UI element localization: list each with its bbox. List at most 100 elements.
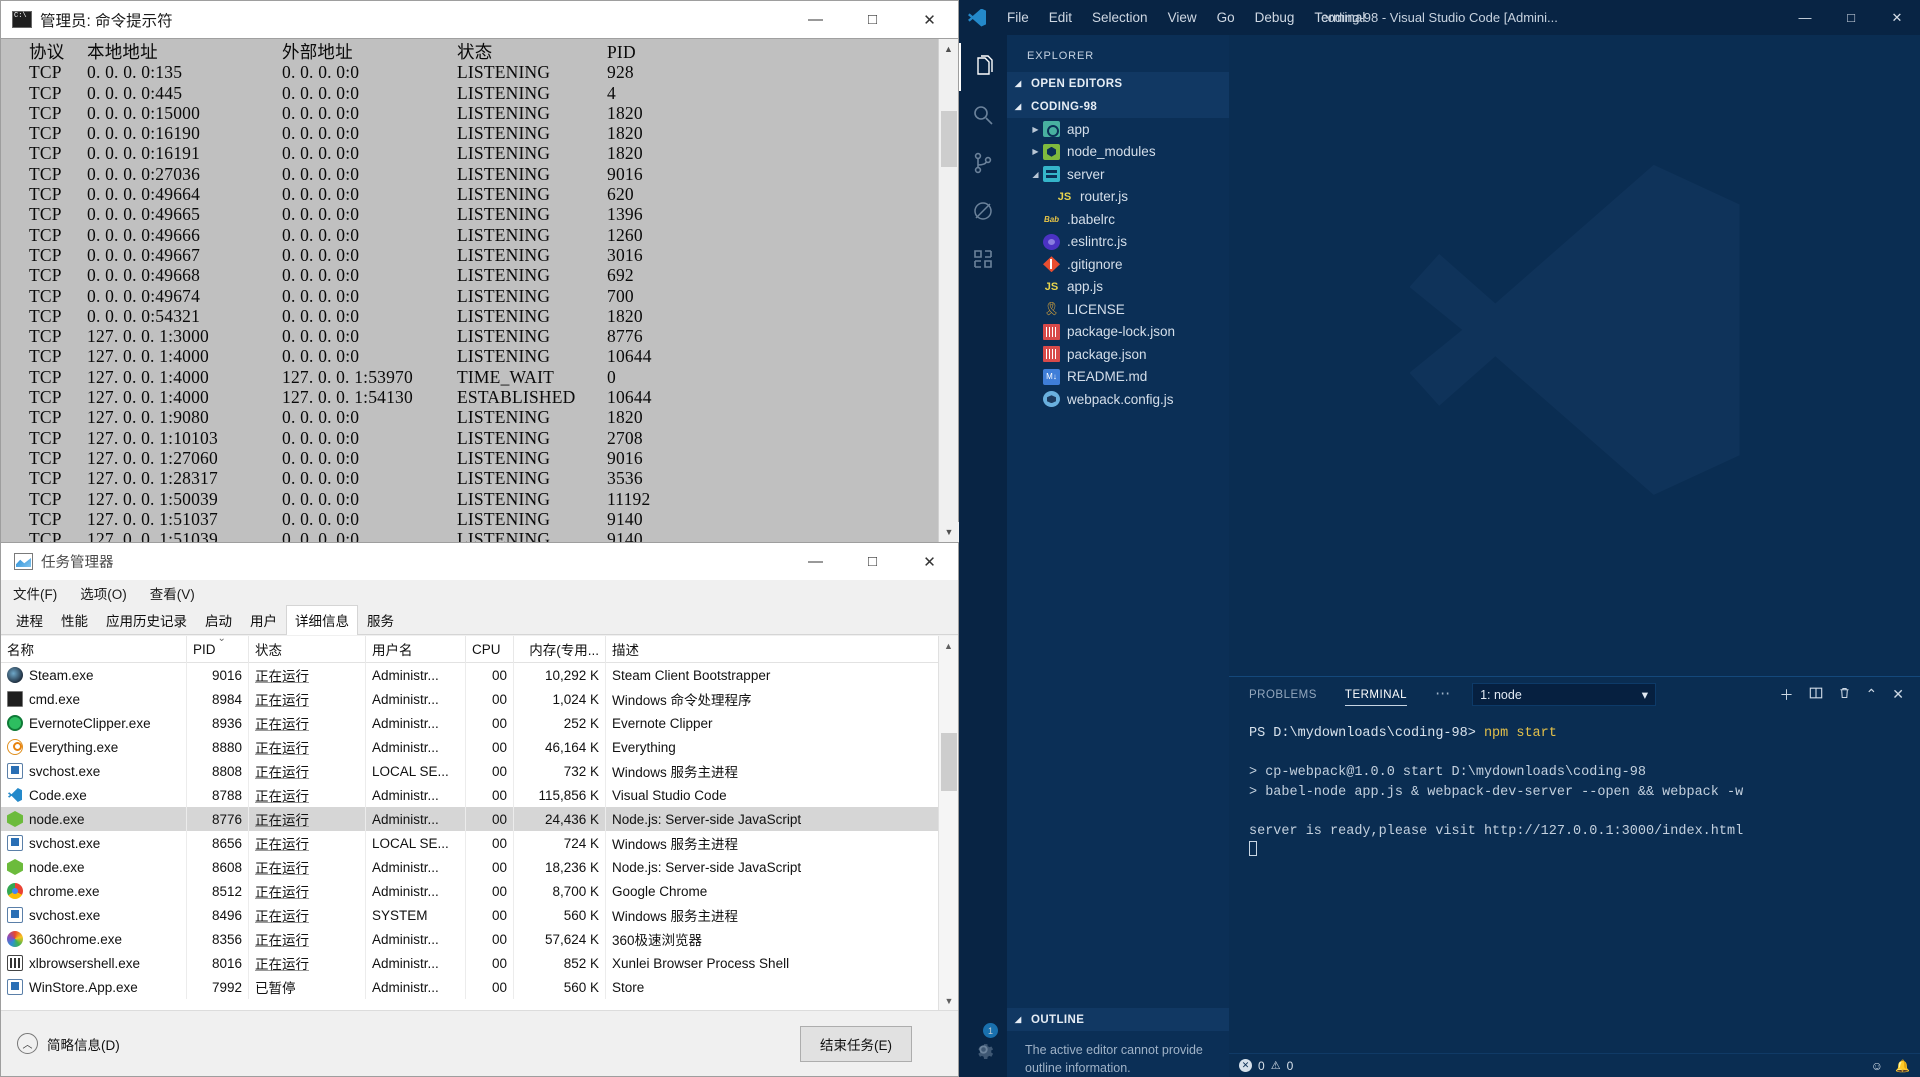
tree-item-package-lock.json[interactable]: package-lock.json	[1007, 321, 1229, 344]
add-terminal-icon[interactable]: ＋	[1780, 685, 1794, 705]
cmd-scroll-up-icon[interactable]: ▲	[939, 39, 958, 59]
cmd-close-button[interactable]: ✕	[901, 1, 958, 38]
tree-item-package.json[interactable]: package.json	[1007, 343, 1229, 366]
terminal-output[interactable]: PS D:\mydownloads\coding-98> npm start >…	[1229, 712, 1920, 1053]
tree-item-README.md[interactable]: M↓ README.md	[1007, 366, 1229, 389]
taskmgr-titlebar[interactable]: 任务管理器 — □ ✕	[1, 543, 958, 580]
cmd-scrollbar[interactable]: ▲ ▼	[938, 39, 959, 542]
netstat-row: TCP 0. 0. 0. 0:49664 0. 0. 0. 0:0 LISTENING…	[29, 184, 634, 205]
table-row[interactable]: svchost.exe 8808 正在运行 LOCAL SE... 00 732 K Win…	[1, 759, 938, 783]
column-header-6[interactable]: 描述	[606, 636, 938, 663]
feedback-smiley-icon[interactable]: ☺	[1871, 1059, 1883, 1073]
taskmgr-menu-2[interactable]: 查看(V)	[147, 581, 198, 605]
tab-详细信息[interactable]: 详细信息	[286, 605, 358, 635]
split-terminal-icon[interactable]	[1809, 686, 1823, 703]
taskmgr-close-button[interactable]: ✕	[901, 543, 958, 580]
vscode-window[interactable]: File Edit Selection View Go Debug Terminal cod…	[959, 0, 1920, 1077]
task-manager-window[interactable]: 任务管理器 — □ ✕ 文件(F) 选项(O) 查看(V) 进程 性能 应用历史记录 启动…	[0, 543, 959, 1077]
taskmgr-maximize-button[interactable]: □	[844, 543, 901, 580]
column-header-4[interactable]: CPU	[466, 636, 514, 663]
tree-item-router.js[interactable]: JS router.js	[1007, 186, 1229, 209]
table-row[interactable]: svchost.exe 8496 正在运行 SYSTEM 00 560 K Windows …	[1, 903, 938, 927]
panel-more-icon[interactable]: ⋯	[1435, 684, 1452, 706]
tree-item-app.js[interactable]: JS app.js	[1007, 276, 1229, 299]
tree-item-node_modules[interactable]: ▶ node_modules	[1007, 141, 1229, 164]
table-row[interactable]: EvernoteClipper.exe 8936 正在运行 Administr... 0…	[1, 711, 938, 735]
column-header-1[interactable]: PID ⌄	[187, 636, 249, 663]
command-prompt-window[interactable]: 管理员: 命令提示符 — □ ✕ 协议本地地址外部地址状态PIDTCP0. 0.…	[0, 0, 959, 543]
tab-用户[interactable]: 用户	[241, 605, 286, 635]
cmd-maximize-button[interactable]: □	[844, 1, 901, 38]
debug-icon[interactable]	[959, 187, 1007, 235]
close-panel-icon[interactable]: ✕	[1892, 686, 1904, 703]
tab-启动[interactable]: 启动	[196, 605, 241, 635]
tab-性能[interactable]: 性能	[52, 605, 97, 635]
tab-进程[interactable]: 进程	[7, 605, 52, 635]
cmd-scroll-down-icon[interactable]: ▼	[939, 522, 959, 542]
column-header-0[interactable]: 名称	[1, 636, 187, 663]
table-row[interactable]: xlbrowsershell.exe 8016 正在运行 Administr... 00…	[1, 951, 938, 975]
settings-gear-icon[interactable]: 1	[959, 1023, 1007, 1073]
cmd-titlebar[interactable]: 管理员: 命令提示符 — □ ✕	[1, 1, 958, 38]
kill-terminal-icon[interactable]	[1838, 686, 1851, 703]
tree-item-webpack.config.js[interactable]: webpack.config.js	[1007, 388, 1229, 411]
column-header-5[interactable]: 内存(专用...	[514, 636, 606, 663]
chevron-up-icon[interactable]: ⌃	[1866, 686, 1878, 703]
table-row[interactable]: Everything.exe 8880 正在运行 Administr... 00 46,1…	[1, 735, 938, 759]
table-row[interactable]: WinStore.App.exe 7992 已暂停 Administr... 00 560…	[1, 975, 938, 999]
section-coding-98[interactable]: ◢ CODING-98	[1007, 95, 1229, 118]
vscode-titlebar[interactable]: File Edit Selection View Go Debug Terminal cod…	[959, 0, 1920, 35]
cmd-minimize-button[interactable]: —	[787, 1, 844, 38]
vscode-close-button[interactable]: ✕	[1874, 0, 1920, 35]
table-row[interactable]: cmd.exe 8984 正在运行 Administr... 00 1,024 K Wind…	[1, 687, 938, 711]
search-icon[interactable]	[959, 91, 1007, 139]
taskmgr-scrollbar[interactable]: ▲ ▼	[938, 636, 958, 1010]
vscode-menu-5[interactable]: Debug	[1245, 0, 1305, 35]
files-icon[interactable]	[959, 43, 1007, 91]
end-task-button[interactable]: 结束任务(E)	[800, 1025, 912, 1062]
tree-item-LICENSE[interactable]: 🎗 LICENSE	[1007, 298, 1229, 321]
tree-item-app[interactable]: ▶ app	[1007, 118, 1229, 141]
vscode-menu-4[interactable]: Go	[1207, 0, 1245, 35]
table-row[interactable]: node.exe 8776 正在运行 Administr... 00 24,436 K No…	[1, 807, 938, 831]
vscode-minimize-button[interactable]: —	[1782, 0, 1828, 35]
vscode-menu-0[interactable]: File	[997, 0, 1039, 35]
fewer-details-button[interactable]: ︿ 简略信息(D)	[17, 1033, 120, 1054]
tree-item-.eslintrc.js[interactable]: .eslintrc.js	[1007, 231, 1229, 254]
taskmgr-menu-0[interactable]: 文件(F)	[10, 581, 60, 605]
taskmgr-scroll-down-icon[interactable]: ▼	[939, 991, 959, 1010]
tree-item-.babelrc[interactable]: Bab .babelrc	[1007, 208, 1229, 231]
table-row[interactable]: svchost.exe 8656 正在运行 LOCAL SE... 00 724 K Win…	[1, 831, 938, 855]
tree-item-.gitignore[interactable]: .gitignore	[1007, 253, 1229, 276]
tab-应用历史记录[interactable]: 应用历史记录	[97, 605, 196, 635]
tab-problems[interactable]: PROBLEMS	[1249, 683, 1317, 706]
table-row[interactable]: 360chrome.exe 8356 正在运行 Administr... 00 57,62…	[1, 927, 938, 951]
status-problems[interactable]: ✕ 0 ⚠ 0	[1239, 1059, 1293, 1073]
vscode-menu-2[interactable]: Selection	[1082, 0, 1158, 35]
tab-服务[interactable]: 服务	[358, 605, 403, 635]
table-row[interactable]: Code.exe 8788 正在运行 Administr... 00 115,856 K V…	[1, 783, 938, 807]
vscode-maximize-button[interactable]: □	[1828, 0, 1874, 35]
table-row[interactable]: node.exe 8608 正在运行 Administr... 00 18,236 K No…	[1, 855, 938, 879]
cmd-scroll-thumb[interactable]	[941, 111, 957, 167]
vscode-menu-3[interactable]: View	[1158, 0, 1207, 35]
section-open-editors[interactable]: ◢ OPEN EDITORS	[1007, 72, 1229, 95]
extensions-icon[interactable]	[959, 235, 1007, 283]
tab-terminal[interactable]: TERMINAL	[1344, 683, 1408, 706]
column-header-2[interactable]: 状态	[249, 636, 366, 663]
terminal-selector-dropdown[interactable]: 1: node ▾	[1472, 683, 1657, 706]
taskmgr-minimize-button[interactable]: —	[787, 543, 844, 580]
tree-item-server[interactable]: ◢ server	[1007, 163, 1229, 186]
column-header-3[interactable]: 用户名	[366, 636, 466, 663]
taskmgr-menu-1[interactable]: 选项(O)	[77, 581, 130, 605]
taskmgr-scroll-up-icon[interactable]: ▲	[939, 636, 958, 655]
table-row[interactable]: chrome.exe 8512 正在运行 Administr... 00 8,700 K G…	[1, 879, 938, 903]
vscode-menu-6[interactable]: Terminal	[1304, 0, 1375, 35]
table-row[interactable]: Steam.exe 9016 正在运行 Administr... 00 10,292 K S…	[1, 663, 938, 687]
notifications-bell-icon[interactable]: 🔔	[1895, 1059, 1910, 1073]
source-control-icon[interactable]	[959, 139, 1007, 187]
netstat-row: TCP 0. 0. 0. 0:49674 0. 0. 0. 0:0 LISTENING…	[29, 285, 634, 306]
vscode-menu-1[interactable]: Edit	[1039, 0, 1082, 35]
section-outline[interactable]: ◢ OUTLINE	[1007, 1008, 1229, 1031]
taskmgr-scroll-thumb[interactable]	[941, 733, 957, 791]
